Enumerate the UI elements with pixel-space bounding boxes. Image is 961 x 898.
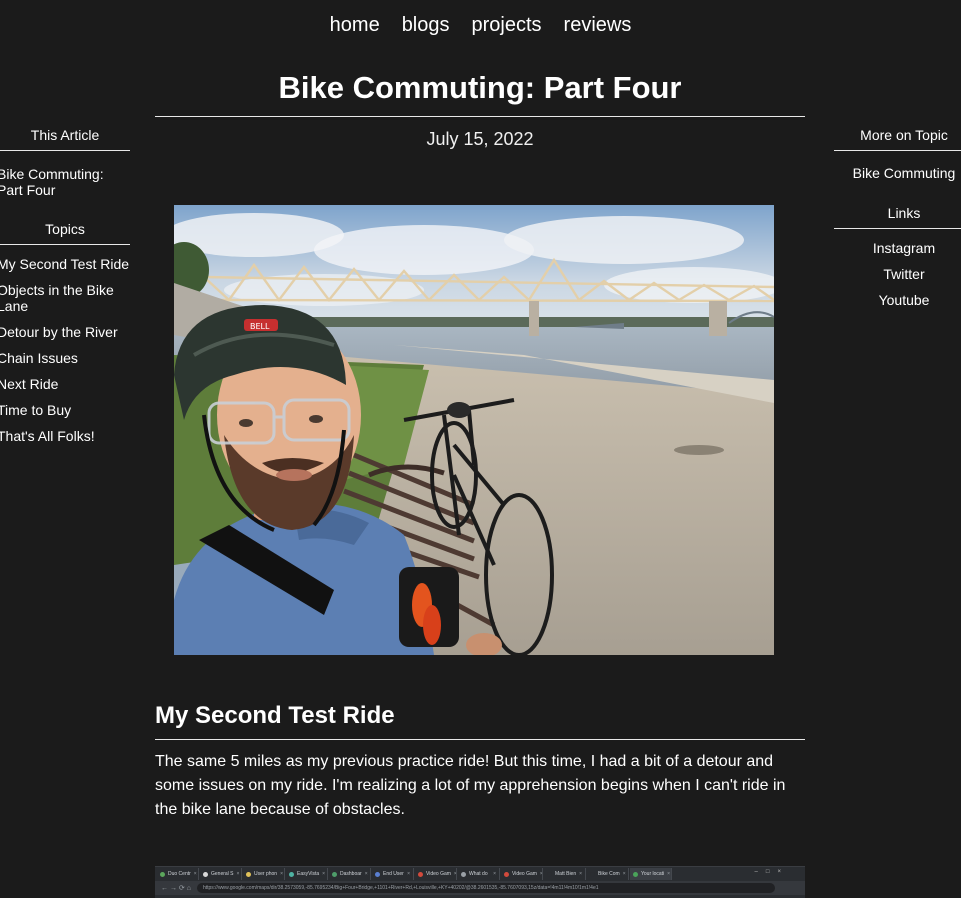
list-item: Next Ride	[0, 376, 130, 392]
right-sidebar: More on Topic Bike Commuting Links Insta…	[834, 126, 961, 318]
article-date: July 15, 2022	[426, 129, 534, 149]
divider	[834, 150, 961, 151]
nav-reviews-link[interactable]: reviews	[564, 12, 632, 38]
instagram-link[interactable]: Instagram	[873, 240, 935, 256]
topic-link-thats-all-folks[interactable]: That's All Folks!	[0, 428, 95, 444]
browser-tab: Video Gam ×	[501, 868, 543, 880]
svg-text:BELL: BELL	[250, 322, 270, 331]
links-list: Instagram Twitter Youtube	[834, 240, 961, 308]
divider	[155, 739, 805, 740]
browser-tab: What do ×	[458, 868, 500, 880]
youtube-link[interactable]: Youtube	[879, 292, 930, 308]
article-photo: BELL	[174, 205, 774, 655]
section-heading: My Second Test Ride	[155, 701, 805, 740]
browser-nav-icons: ← → ⟳ ⌂	[161, 885, 191, 892]
topic-link-next-ride[interactable]: Next Ride	[0, 376, 58, 392]
browser-tab: User phon ×	[243, 868, 285, 880]
topic-link-detour-by-river[interactable]: Detour by the River	[0, 324, 118, 340]
section-title: My Second Test Ride	[155, 702, 395, 729]
browser-tab: General S ×	[200, 868, 242, 880]
list-item: Detour by the River	[0, 324, 130, 340]
page-title: Bike Commuting: Part Four	[278, 70, 682, 105]
article-paragraph: The same 5 miles as my previous practice…	[155, 753, 786, 818]
browser-tab: Video Gam ×	[415, 868, 457, 880]
page: home blogs projects reviews This Article…	[0, 0, 961, 898]
nav-home-link[interactable]: home	[330, 12, 380, 38]
selfie-bridge-image: BELL	[174, 205, 774, 655]
divider	[834, 228, 961, 229]
divider	[0, 244, 130, 245]
window-controls-icon: –□×	[754, 869, 789, 875]
topic-link-second-test-ride[interactable]: My Second Test Ride	[0, 256, 129, 272]
topic-link-time-to-buy[interactable]: Time to Buy	[0, 402, 71, 418]
list-item: Objects in the Bike Lane	[0, 282, 130, 314]
more-topic-link[interactable]: Bike Commuting	[853, 165, 956, 181]
list-item: Time to Buy	[0, 402, 130, 418]
links-heading: Links	[887, 205, 921, 221]
browser-address-bar: https://www.google.com/maps/dir/38.25730…	[196, 883, 775, 893]
topics-list: My Second Test Ride Objects in the Bike …	[0, 256, 130, 444]
browser-tab: Bike Com ×	[587, 868, 629, 880]
browser-address-row: ← → ⟳ ⌂ https://www.google.com/maps/dir/…	[155, 881, 805, 895]
top-nav: home blogs projects reviews	[0, 12, 961, 38]
browser-tab: Your locati ×	[630, 868, 672, 880]
browser-tab: Dashboar ×	[329, 868, 371, 880]
divider	[0, 150, 130, 151]
list-item: Chain Issues	[0, 350, 130, 366]
browser-tab: EasyVista ×	[286, 868, 328, 880]
left-sidebar: This Article Bike Commuting: Part Four T…	[0, 126, 130, 454]
article-header: Bike Commuting: Part Four July 15, 2022	[155, 68, 805, 151]
more-on-topic-heading: More on Topic	[860, 127, 948, 143]
browser-tab-strip: Duo Centr × General S × User phon × EasyVis…	[155, 867, 805, 881]
topic-link-objects-in-bike-lane[interactable]: Objects in the Bike Lane	[0, 282, 114, 314]
topics-heading: Topics	[45, 221, 85, 237]
nav-projects-link[interactable]: projects	[472, 12, 542, 38]
this-article-link[interactable]: Bike Commuting: Part Four	[0, 166, 104, 198]
browser-tab: Matt Bien ×	[544, 868, 586, 880]
nav-blogs-link[interactable]: blogs	[402, 12, 450, 38]
list-item: That's All Folks!	[0, 428, 130, 444]
topic-link-chain-issues[interactable]: Chain Issues	[0, 350, 78, 366]
divider	[155, 116, 805, 117]
twitter-link[interactable]: Twitter	[883, 266, 924, 282]
browser-tab: Duo Centr ×	[157, 868, 199, 880]
browser-tab: End User ×	[372, 868, 414, 880]
embedded-browser-screenshot: Duo Centr × General S × User phon × EasyVis…	[155, 866, 805, 898]
list-item: My Second Test Ride	[0, 256, 130, 272]
this-article-heading: This Article	[30, 127, 100, 143]
